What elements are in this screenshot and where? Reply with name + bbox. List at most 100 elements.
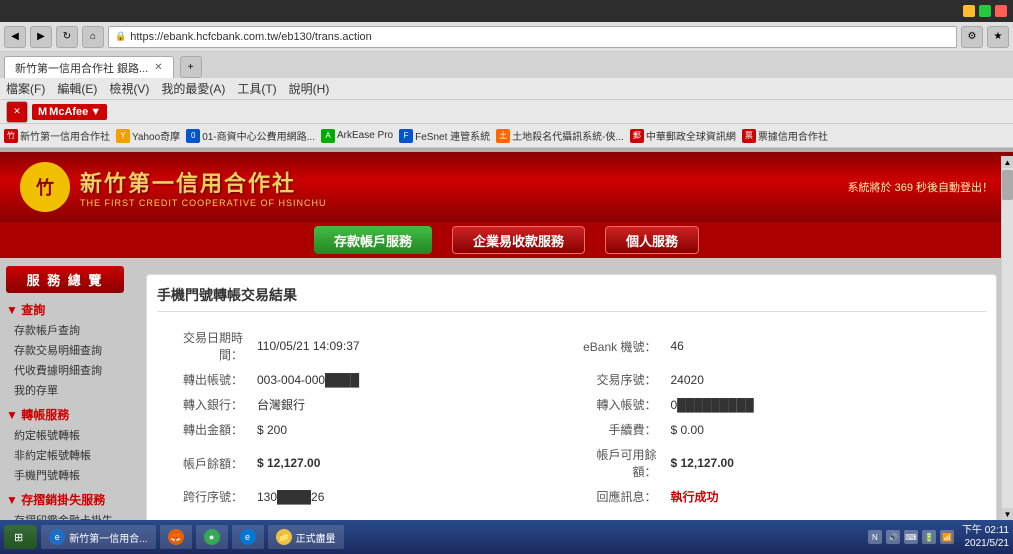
to-account-value: 0█████████: [665, 393, 985, 416]
taskbar-item-folder[interactable]: 📁 正式盡量: [268, 525, 344, 549]
personal-service-button[interactable]: 個人服務: [605, 226, 699, 254]
scrollbar[interactable]: ▲ ▼: [1001, 156, 1013, 520]
transaction-table: 交易日期時間： 110/05/21 14:09:37 eBank 機號： 46 …: [157, 324, 986, 510]
system-tray: N 🔊 ⌨ 🔋 📶: [864, 530, 958, 544]
sidebar-link-fee-query[interactable]: 代收費據明細查詢: [6, 360, 124, 380]
sidebar-link-phone-transfer[interactable]: 手機門號轉帳: [6, 465, 124, 485]
menu-view[interactable]: 檢視(V): [109, 80, 149, 97]
tray-icon-2: ⌨: [904, 530, 918, 544]
table-row: 轉出金額： $ 200 手續費： $ 0.00: [159, 418, 984, 441]
bookmark-icon-3: A: [321, 129, 335, 143]
bookmark-label-6: 中華郵政全球資訊網: [646, 128, 736, 143]
bookmark-icon-7: 票: [742, 129, 756, 143]
bookmark-3[interactable]: A ArkEase Pro: [321, 129, 393, 143]
active-tab[interactable]: 新竹第一信用合作社 銀路... ✕: [4, 56, 174, 78]
menu-file[interactable]: 檔案(F): [6, 80, 45, 97]
star-button[interactable]: ★: [987, 26, 1009, 48]
ebank-label: eBank 機號：: [573, 326, 663, 366]
tray-icon-4: 📶: [940, 530, 954, 544]
bookmarks-bar: 竹 新竹第一信用合作社 Y Yahoo奇摩 0 01-商資中心公費用網路... …: [0, 124, 1013, 148]
bookmark-2[interactable]: 0 01-商資中心公費用網路...: [186, 128, 315, 143]
bookmark-label-3: ArkEase Pro: [337, 130, 393, 141]
start-button[interactable]: ⊞: [4, 525, 37, 549]
mcafee-bar: ✕ M McAfee ▼: [0, 100, 1013, 124]
url-text: https://ebank.hcfcbank.com.tw/eb130/tran…: [130, 31, 950, 43]
taskbar-clock: 下午 02:11 2021/5/21: [962, 524, 1009, 550]
deposit-service-button[interactable]: 存款帳戶服務: [314, 226, 432, 254]
mcafee-icon: M: [38, 106, 47, 118]
taskbar-label-1: 正式盡量: [296, 530, 336, 545]
scroll-up-button[interactable]: ▲: [1002, 156, 1013, 168]
bookmark-0[interactable]: 竹 新竹第一信用合作社: [4, 128, 110, 143]
sidebar-link-scheduled-transfer[interactable]: 約定帳號轉帳: [6, 425, 124, 445]
menu-help[interactable]: 說明(H): [289, 80, 330, 97]
bookmark-icon-5: 土: [496, 129, 510, 143]
bank-value: 台灣銀行: [251, 393, 571, 416]
table-row: 帳戶餘額： $ 12,127.00 帳戶可用餘額： $ 12,127.00: [159, 443, 984, 483]
menu-favorites[interactable]: 我的最愛(A): [161, 80, 225, 97]
amount-label: 轉出金額：: [159, 418, 249, 441]
minimize-button[interactable]: [963, 5, 975, 17]
taskbar-item-ie[interactable]: e 新竹第一信用合...: [41, 525, 155, 549]
taskbar: ⊞ e 新竹第一信用合... 🦊 ● e 📁 正式盡量 N 🔊 ⌨ 🔋 📶 下午…: [0, 520, 1013, 554]
new-tab-button[interactable]: +: [180, 56, 202, 78]
mcafee-label: McAfee: [49, 106, 88, 118]
available-value: $ 12,127.00: [665, 443, 985, 483]
bookmark-icon-0: 竹: [4, 129, 18, 143]
bank-title-area: 新竹第一信用合作社 THE FIRST CREDIT COOPERATIVE O…: [80, 166, 327, 208]
response-label: 回應訊息：: [573, 485, 663, 508]
bookmark-5[interactable]: 土 土地殺名代攝訊系統-俠...: [496, 128, 624, 143]
mcafee-badge[interactable]: M McAfee ▼: [32, 104, 107, 120]
enterprise-service-button[interactable]: 企業易收款服務: [452, 226, 585, 254]
balance-label: 帳戶餘額：: [159, 443, 249, 483]
refresh-button[interactable]: ↻: [56, 26, 78, 48]
bookmark-label-5: 土地殺名代攝訊系統-俠...: [512, 128, 624, 143]
sidebar-link-passbook[interactable]: 我的存單: [6, 380, 124, 400]
tab-label: 新竹第一信用合作社 銀路...: [15, 60, 148, 76]
bookmark-7[interactable]: 票 票據信用合作社: [742, 128, 828, 143]
taskbar-item-edge[interactable]: e: [232, 525, 264, 549]
home-button[interactable]: ⌂: [82, 26, 104, 48]
sidebar-link-deposit-query[interactable]: 存款帳戶查詢: [6, 320, 124, 340]
back-button[interactable]: ◀: [4, 26, 26, 48]
table-row: 交易日期時間： 110/05/21 14:09:37 eBank 機號： 46: [159, 326, 984, 366]
tab-bar: 新竹第一信用合作社 銀路... ✕ +: [0, 52, 1013, 78]
menu-bar: 檔案(F) 編輯(E) 檢視(V) 我的最愛(A) 工具(T) 說明(H): [0, 78, 1013, 100]
sidebar-section-transfer-header: ▼ 轉帳服務: [6, 404, 124, 425]
forward-button[interactable]: ▶: [30, 26, 52, 48]
scroll-thumb[interactable]: [1002, 170, 1013, 200]
sidebar-section-query: ▼ 查詢 存款帳戶查詢 存款交易明細查詢 代收費據明細查詢 我的存單: [6, 299, 124, 400]
bookmark-icon-6: 郵: [630, 129, 644, 143]
logo-text: 竹: [36, 174, 54, 200]
bookmark-icon-1: Y: [116, 129, 130, 143]
bookmark-6[interactable]: 郵 中華郵政全球資訊網: [630, 128, 736, 143]
taskbar-item-chrome[interactable]: ●: [196, 525, 228, 549]
bookmark-label-7: 票據信用合作社: [758, 128, 828, 143]
main-panel: 手機門號轉帳交易結果 交易日期時間： 110/05/21 14:09:37 eB…: [146, 274, 997, 554]
service-nav: 存款帳戶服務 企業易收款服務 個人服務: [0, 222, 1013, 258]
mcafee-x-button[interactable]: ✕: [6, 101, 28, 123]
response-value: 執行成功: [665, 485, 985, 508]
close-button[interactable]: [995, 5, 1007, 17]
menu-tools[interactable]: 工具(T): [237, 80, 276, 97]
tab-close-icon[interactable]: ✕: [154, 62, 162, 73]
taskbar-item-firefox[interactable]: 🦊: [160, 525, 192, 549]
sidebar-link-transaction-query[interactable]: 存款交易明細查詢: [6, 340, 124, 360]
fee-value: $ 0.00: [665, 418, 985, 441]
folder-icon: 📁: [276, 529, 292, 545]
maximize-button[interactable]: [979, 5, 991, 17]
bookmark-4[interactable]: F FeSnet 連管系統: [399, 128, 490, 143]
search-button[interactable]: ⚙: [961, 26, 983, 48]
bookmark-label-0: 新竹第一信用合作社: [20, 128, 110, 143]
address-bar[interactable]: 🔒 https://ebank.hcfcbank.com.tw/eb130/tr…: [108, 26, 957, 48]
bank-logo-area: 竹 新竹第一信用合作社 THE FIRST CREDIT COOPERATIVE…: [20, 162, 327, 212]
balance-value: $ 12,127.00: [251, 443, 571, 483]
menu-edit[interactable]: 編輯(E): [57, 80, 97, 97]
to-account-text: 0█████████: [671, 398, 754, 412]
scroll-down-button[interactable]: ▼: [1002, 508, 1013, 520]
sidebar-link-unscheduled-transfer[interactable]: 非約定帳號轉帳: [6, 445, 124, 465]
bookmark-1[interactable]: Y Yahoo奇摩: [116, 128, 180, 143]
mcafee-dropdown-icon[interactable]: ▼: [90, 106, 101, 118]
seq-value: 24020: [665, 368, 985, 391]
taskbar-label-0: 新竹第一信用合...: [69, 530, 147, 545]
